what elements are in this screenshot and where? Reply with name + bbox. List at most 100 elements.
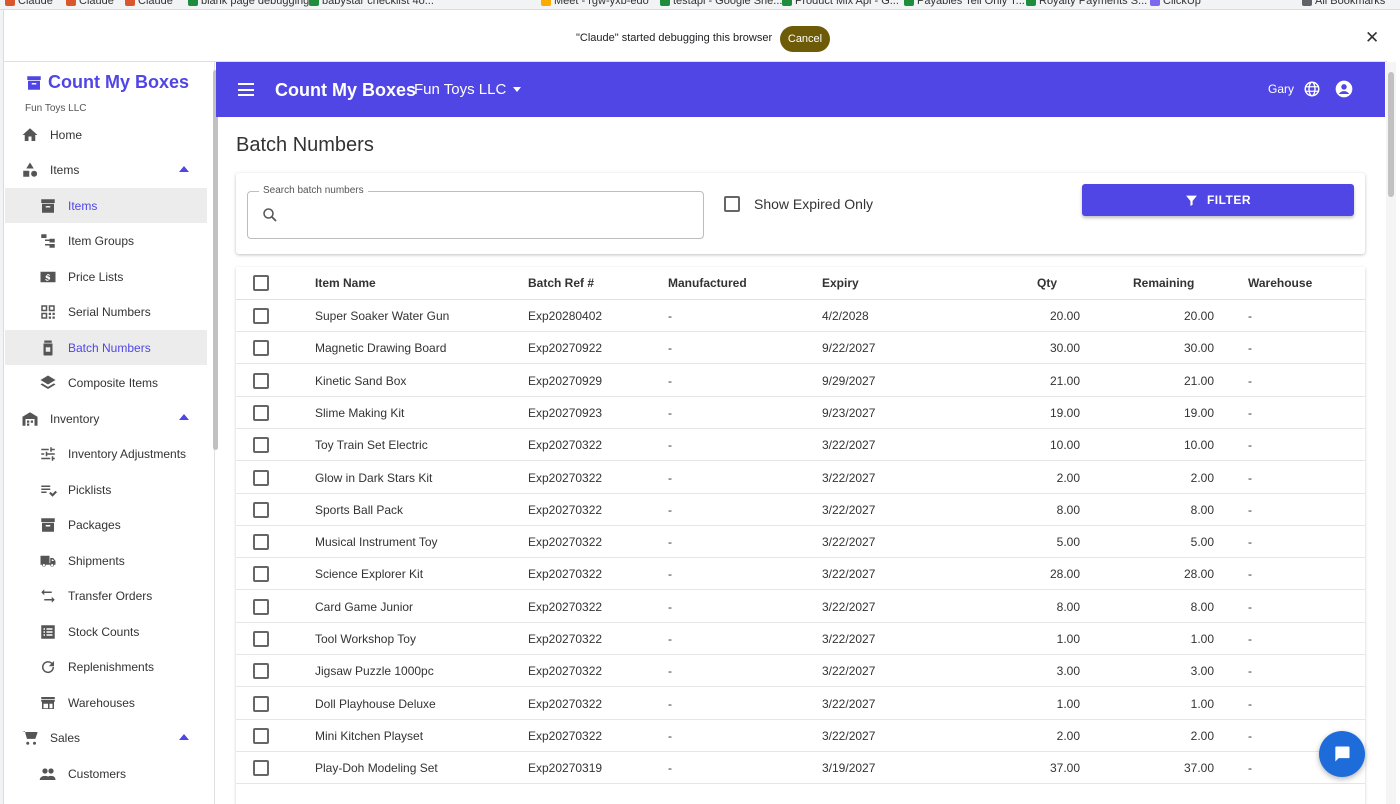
bookmark-item[interactable]: Meet - rgw-yxb-edo <box>541 0 649 8</box>
table-row[interactable]: Card Game Junior Exp20270322 - 3/22/2027 8.0… <box>236 591 1365 623</box>
bookmark-item[interactable]: testapi - Google She... <box>660 0 782 8</box>
row-checkbox[interactable] <box>253 534 269 551</box>
filter-card: Search batch numbers Show Expired Only F… <box>236 173 1365 254</box>
sidebar-item-replenishments[interactable]: Replenishments <box>5 650 207 685</box>
header-batch-ref[interactable]: Batch Ref # <box>528 267 594 299</box>
sidebar-item-items[interactable]: Items <box>5 153 207 188</box>
sidebar-item-stock-counts[interactable]: Stock Counts <box>5 614 207 649</box>
table-row[interactable]: Mini Kitchen Playset Exp20270322 - 3/22/202… <box>236 720 1365 752</box>
table-row[interactable]: Tool Workshop Toy Exp20270322 - 3/22/2027 1.… <box>236 623 1365 655</box>
bookmark-item[interactable]: Product Mix Api - G... <box>782 0 899 8</box>
header-manufactured[interactable]: Manufactured <box>668 267 747 299</box>
bookmark-item[interactable]: Claude <box>125 0 173 8</box>
show-expired-checkbox[interactable] <box>724 196 740 212</box>
menu-icon[interactable] <box>238 83 254 96</box>
select-all-checkbox[interactable] <box>253 275 269 291</box>
row-checkbox[interactable] <box>253 598 269 615</box>
row-checkbox[interactable] <box>253 663 269 680</box>
sidebar-item-home[interactable]: Home <box>5 117 207 152</box>
table-row[interactable]: Sports Ball Pack Exp20270322 - 3/22/2027 8.0… <box>236 494 1365 526</box>
bookmark-item[interactable]: Payables Tell Only T... <box>904 0 1025 8</box>
globe-icon[interactable] <box>1303 80 1321 98</box>
table-row[interactable]: Super Soaker Water Gun Exp20280402 - 4/2/20… <box>236 300 1365 332</box>
cell-rem: 1.00 <box>1190 696 1214 711</box>
sidebar-item-sales[interactable]: Sales <box>5 721 207 756</box>
company-select[interactable]: Fun Toys LLC <box>414 81 522 98</box>
row-checkbox[interactable] <box>253 727 269 744</box>
sidebar-item-inventory[interactable]: Inventory <box>5 401 207 436</box>
table-row[interactable]: Slime Making Kit Exp20270923 - 9/23/2027 19.… <box>236 397 1365 429</box>
table-row[interactable]: Musical Instrument Toy Exp20270322 - 3/22/2… <box>236 526 1365 559</box>
sidebar-item-items[interactable]: Items <box>5 188 207 223</box>
chevron-up-icon[interactable] <box>179 165 189 172</box>
bookmark-item[interactable]: Claude <box>5 0 53 8</box>
app-bar: Count My Boxes Fun Toys LLC Gary <box>216 62 1385 117</box>
row-checkbox[interactable] <box>253 501 269 518</box>
cancel-debug-button[interactable]: Cancel <box>780 26 830 52</box>
brand[interactable]: Count My Boxes <box>25 72 189 93</box>
account-circle-icon[interactable] <box>1334 79 1354 99</box>
bookmark-label: Payables Tell Only T... <box>917 0 1025 7</box>
bookmark-item[interactable]: All Bookmarks <box>1302 0 1385 8</box>
sidebar-item-customers[interactable]: Customers <box>5 756 207 791</box>
bookmark-item[interactable]: ClickUp <box>1150 0 1201 8</box>
table-row[interactable]: Play-Doh Modeling Set Exp20270319 - 3/19/20… <box>236 752 1365 785</box>
row-checkbox[interactable] <box>253 760 269 777</box>
cell-rem: 3.00 <box>1190 664 1214 679</box>
row-checkbox[interactable] <box>253 404 269 421</box>
sidebar-scrollbar[interactable] <box>213 70 218 450</box>
sidebar-item-price-lists[interactable]: Price Lists <box>5 259 207 294</box>
sidebar-item-warehouses[interactable]: Warehouses <box>5 685 207 720</box>
bookmark-item[interactable]: Claude <box>66 0 114 8</box>
row-checkbox[interactable] <box>253 631 269 647</box>
cell-batch: Exp20280402 <box>528 309 603 323</box>
sidebar-item-serial-numbers[interactable]: Serial Numbers <box>5 295 207 330</box>
row-checkbox[interactable] <box>253 469 269 486</box>
cell-mfg: - <box>668 470 672 485</box>
cell-wh: - <box>1248 309 1252 323</box>
sidebar-item-packages[interactable]: Packages <box>5 508 207 543</box>
bookmark-item[interactable]: Royalty Payments S... <box>1026 0 1147 8</box>
sidebar-item-shipments[interactable]: Shipments <box>5 543 207 578</box>
sidebar-item-inventory-adjustments[interactable]: Inventory Adjustments <box>5 437 207 472</box>
header-item-name[interactable]: Item Name <box>315 267 376 299</box>
row-checkbox[interactable] <box>253 340 269 357</box>
row-checkbox[interactable] <box>253 372 269 389</box>
cell-batch: Exp20270319 <box>528 761 603 776</box>
sidebar-item-composite-items[interactable]: Composite Items <box>5 366 207 401</box>
table-row[interactable]: Kinetic Sand Box Exp20270929 - 9/29/2027 21.… <box>236 365 1365 397</box>
row-checkbox[interactable] <box>253 437 269 454</box>
sidebar-item-item-groups[interactable]: Item Groups <box>5 224 207 259</box>
header-warehouse[interactable]: Warehouse <box>1248 267 1312 299</box>
search-input[interactable] <box>288 204 688 228</box>
row-checkbox[interactable] <box>253 308 269 324</box>
bookmark-label: babystar checklist 4o... <box>322 0 434 7</box>
table-row[interactable]: Jigsaw Puzzle 1000pc Exp20270322 - 3/22/202… <box>236 655 1365 688</box>
chevron-up-icon[interactable] <box>179 733 189 740</box>
sidebar-item-transfer-orders[interactable]: Transfer Orders <box>5 579 207 614</box>
search-field[interactable]: Search batch numbers <box>247 185 704 239</box>
filter-button[interactable]: FILTER <box>1082 184 1354 216</box>
header-expiry[interactable]: Expiry <box>822 267 859 299</box>
sidebar-item-batch-numbers[interactable]: Batch Numbers <box>5 330 207 365</box>
chat-button[interactable] <box>1319 731 1365 777</box>
header-remaining[interactable]: Remaining <box>1133 267 1194 299</box>
table-row[interactable]: Science Explorer Kit Exp20270322 - 3/22/202… <box>236 558 1365 591</box>
cell-name: Glow in Dark Stars Kit <box>315 470 433 485</box>
user-name[interactable]: Gary <box>1268 82 1294 96</box>
table-row[interactable]: Glow in Dark Stars Kit Exp20270322 - 3/22/2… <box>236 462 1365 494</box>
chevron-up-icon[interactable] <box>179 414 189 420</box>
bookmark-item[interactable]: babystar checklist 4o... <box>309 0 434 8</box>
header-qty[interactable]: Qty <box>966 267 1057 299</box>
table-row[interactable]: Doll Playhouse Deluxe Exp20270322 - 3/22/20… <box>236 688 1365 720</box>
table-row[interactable]: Magnetic Drawing Board Exp20270922 - 9/22/2… <box>236 332 1365 365</box>
show-expired-toggle[interactable]: Show Expired Only <box>724 196 873 212</box>
row-checkbox[interactable] <box>253 695 269 712</box>
close-icon[interactable]: ✕ <box>1365 28 1379 48</box>
table-row[interactable]: Toy Train Set Electric Exp20270322 - 3/22/2… <box>236 429 1365 462</box>
row-checkbox[interactable] <box>253 566 269 583</box>
bookmark-item[interactable]: blank page debugging <box>188 0 309 8</box>
sidebar-item-picklists[interactable]: Picklists <box>5 472 207 507</box>
page-scrollbar-thumb[interactable] <box>1388 72 1394 197</box>
cell-mfg: - <box>668 696 672 711</box>
